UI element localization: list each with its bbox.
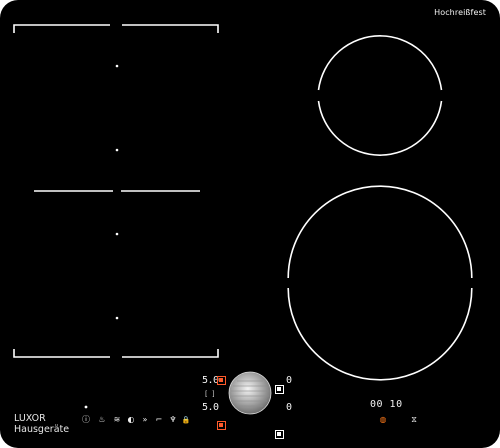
flex-zone-left[interactable]: [13, 24, 219, 358]
zone-right-bottom-arc-upper: [287, 185, 473, 279]
flex-zone-dots: [115, 64, 119, 320]
hourglass-icon[interactable]: ⧖: [409, 416, 419, 424]
grill-icon[interactable]: ♆: [168, 416, 178, 424]
zone-right-bottom-arc-lower: [287, 287, 473, 381]
flex-zone-corner-top-left: [13, 24, 110, 33]
flex-zone-dot: [115, 232, 119, 236]
flex-zone-corner-bottom-right: [122, 349, 219, 358]
cooking-zones-graphic: [13, 24, 473, 415]
zone-upper-mode-icon[interactable]: [275, 385, 284, 394]
flex-zone-corner-bottom-left: [13, 349, 110, 358]
brand-logo: LUXOR Hausgeräte: [14, 413, 69, 435]
flex-zone-dot: [115, 148, 119, 152]
rotary-knob[interactable]: [228, 371, 272, 415]
info-icon[interactable]: ⓘ: [81, 416, 91, 424]
flex-zone-dot: [115, 316, 119, 320]
zone-lower-select-icon[interactable]: [217, 421, 226, 430]
half-circle-icon[interactable]: ◐: [126, 416, 136, 424]
cooktop-surface: Hochreißfest 5.0 0 [ ] 5.0 0 ⓘ ♨ ≋ ◐ » ⌐…: [0, 0, 500, 448]
zone-lower-mode-display[interactable]: 0: [286, 403, 292, 413]
rotary-knob-body: [228, 371, 272, 415]
zone-right-bottom[interactable]: [287, 185, 473, 381]
zone-lower-level-display[interactable]: 5.0: [202, 403, 219, 413]
zone-right-top-arc-upper: [317, 35, 443, 91]
fast-forward-icon[interactable]: »: [140, 416, 150, 424]
pan-icon[interactable]: ⌐: [154, 416, 164, 424]
badge-label: Hochreißfest: [434, 8, 486, 17]
flex-zone-corner-top-right: [122, 24, 219, 33]
zone-upper-select-icon[interactable]: [217, 376, 226, 385]
lock-icon[interactable]: 🔒: [181, 416, 191, 424]
zone-right-top-arc-lower: [317, 100, 443, 156]
zone-upper-mode-display[interactable]: 0: [286, 376, 292, 386]
brand-subtitle: Hausgeräte: [14, 424, 70, 435]
zone-right-top[interactable]: [317, 35, 443, 156]
zone-lower-mode-icon[interactable]: [275, 430, 284, 439]
flex-zone-dot: [115, 64, 119, 68]
timer-display: 00 10: [370, 399, 403, 410]
status-dot: [84, 405, 88, 409]
bridge-symbol[interactable]: [ ]: [204, 389, 216, 399]
power-timer-icon[interactable]: ◍: [378, 416, 388, 424]
brand-name: LUXOR: [14, 413, 46, 424]
pot-boil-icon[interactable]: ≋: [112, 416, 122, 424]
steam-icon[interactable]: ♨: [97, 416, 107, 424]
